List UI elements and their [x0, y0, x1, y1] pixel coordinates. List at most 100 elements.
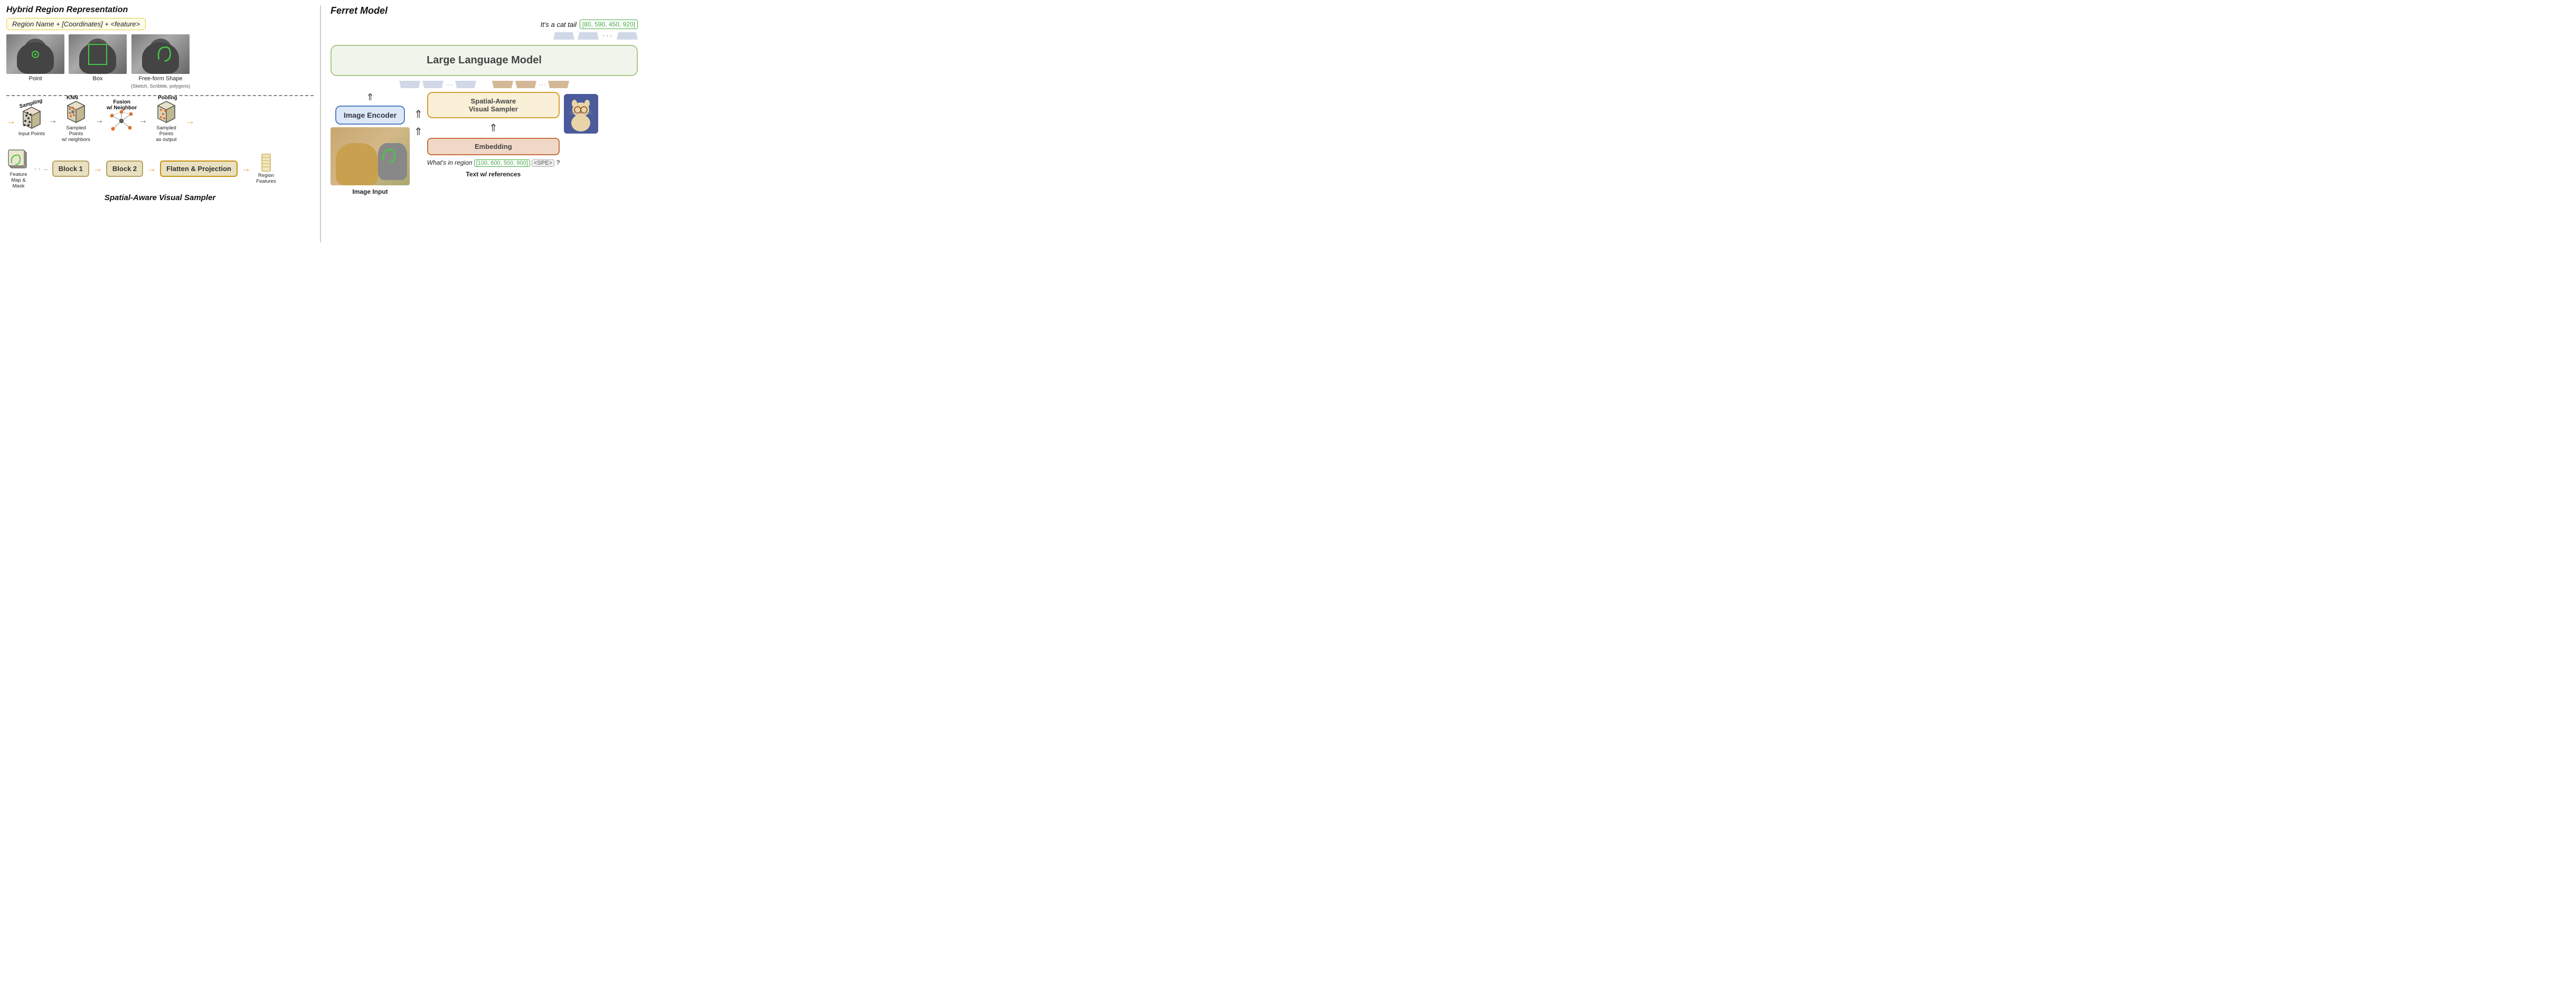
- sampler-title: Spatial-Aware Visual Sampler: [6, 193, 314, 202]
- feature-map-label: Feature Map & Mask: [6, 172, 31, 189]
- region-freeform: Free-form Shape (Sketch, Scribble, polyg…: [131, 34, 190, 89]
- knn-label: KNN: [67, 95, 78, 101]
- right-content-row: ⇑ Image Encoder Image Input ⇑ ⇑: [331, 92, 638, 242]
- region-features-label: Region Features: [254, 173, 278, 184]
- encoder-up-arrow: ⇑: [366, 92, 374, 103]
- ferret-image: [564, 94, 598, 134]
- token-tan-a: [492, 81, 513, 88]
- inter-block-arrow: →: [93, 163, 102, 174]
- region-features-container: Region Features: [254, 153, 278, 184]
- green-box-icon: [88, 44, 107, 65]
- arrow-2: →: [95, 116, 103, 126]
- input-arrow: →: [6, 116, 16, 127]
- arrows-col: ⇑ ⇑: [414, 108, 423, 138]
- pooling-label: Pooling: [158, 95, 177, 101]
- flatten-projection-box: Flatten & Projection: [160, 161, 238, 177]
- text-query: What's in region: [427, 159, 473, 166]
- output-text: It's a cat tail: [541, 21, 577, 29]
- text-input-area: What's in region [100, 600, 500, 900] <S…: [427, 158, 560, 167]
- output-cube: [153, 99, 180, 125]
- token-tan-b: [515, 81, 536, 88]
- up-arrow-3: ⇑: [427, 121, 560, 135]
- green-curve-icon: [155, 43, 175, 65]
- input-points-label: Input Points: [18, 131, 45, 137]
- sampled-points-item: KNN: [60, 99, 92, 143]
- block-to-flatten-arrow: →: [147, 163, 156, 174]
- input-arrow-icon: →: [6, 116, 16, 127]
- region-box: Box: [69, 34, 127, 82]
- arrow-1: →: [49, 116, 57, 126]
- up-arrow-1: ⇑: [414, 108, 423, 121]
- token-blue-b: [422, 81, 444, 88]
- ferret-svg: [564, 94, 598, 134]
- bottom-row: Feature Map & Mask - - → Block 1 → Block…: [6, 148, 314, 189]
- right-title: Ferret Model: [331, 5, 638, 16]
- token-rows-below: ··· ···: [331, 80, 638, 89]
- freeform-label: Free-form Shape: [138, 76, 182, 82]
- dashed-arrow-1: - - →: [34, 165, 49, 172]
- region-point: Point: [6, 34, 64, 82]
- encoder-section: ⇑ Image Encoder Image Input: [331, 92, 410, 195]
- pooling-item: Pooling Sampled Po: [150, 99, 182, 143]
- freeform-image: [131, 34, 190, 74]
- fusion-label: Fusionw/ Neighbor: [107, 99, 137, 111]
- text-ref-label: Text w/ references: [427, 171, 560, 178]
- spatial-sampler-box: Spatial-AwareVisual Sampler: [427, 92, 560, 118]
- spe-tag: <SPE>: [532, 159, 554, 167]
- region-images: Point Box: [6, 34, 314, 89]
- question-mark: ?: [556, 159, 560, 166]
- sampled-output-label: Sampled Pointsas output: [150, 125, 182, 143]
- token-blue-1: [553, 32, 574, 40]
- token-tan-c: [548, 81, 569, 88]
- box-label: Box: [93, 76, 103, 82]
- token-blue-c: [455, 81, 476, 88]
- feature-map-icon: [7, 148, 30, 170]
- tan-token-group: ···: [492, 80, 569, 89]
- green-swirl-icon: [380, 146, 399, 167]
- sampled-points-label: Sampled Pointsw/ neighbors: [60, 125, 92, 143]
- right-side-col: Spatial-AwareVisual Sampler ⇑ Embedding …: [427, 92, 560, 178]
- freeform-sublabel: (Sketch, Scribble, polygons): [131, 83, 190, 89]
- box-image: [69, 34, 127, 74]
- left-panel: Hybrid Region Representation Region Name…: [6, 5, 321, 242]
- llm-box: Large Language Model: [331, 45, 638, 76]
- token-blue-2: [578, 32, 599, 40]
- embedding-box: Embedding: [427, 138, 560, 155]
- right-panel: Ferret Model It's a cat tail [80, 590, 4…: [326, 5, 638, 242]
- point-label: Point: [29, 76, 42, 82]
- blue-token-group: ···: [399, 80, 476, 89]
- sampled-cube: [62, 99, 90, 125]
- sampler-diagram: → Sampling: [6, 99, 314, 143]
- token-dots-2: ···: [446, 80, 453, 89]
- flatten-label: Flatten & Projection: [166, 165, 231, 173]
- token-dots-1: ···: [602, 31, 614, 41]
- input-points-item: Sampling: [18, 105, 45, 137]
- top-token-row: ···: [331, 31, 638, 41]
- token-blue-a: [399, 81, 420, 88]
- output-arrow-icon: →: [185, 116, 195, 127]
- block-2-box: Block 2: [106, 161, 143, 177]
- text-coord-tag: [100, 600, 500, 900]: [474, 159, 530, 167]
- spatial-sampler-label: Spatial-AwareVisual Sampler: [469, 97, 518, 113]
- token-blue-3: [617, 32, 638, 40]
- up-arrow-2: ⇑: [414, 125, 423, 138]
- token-dots-3: ···: [539, 80, 546, 89]
- sampler-section: → Sampling: [6, 99, 314, 242]
- image-encoder-box: Image Encoder: [335, 106, 405, 125]
- input-image: [331, 127, 410, 185]
- image-input-label: Image Input: [352, 188, 388, 195]
- output-coord-tag: [80, 590, 450, 920]: [580, 20, 638, 29]
- green-circle-icon: [32, 51, 39, 58]
- output-text-row: It's a cat tail [80, 590, 450, 920]: [331, 20, 638, 29]
- left-title: Hybrid Region Representation: [6, 5, 314, 15]
- ferret-mascot-col: [564, 94, 598, 134]
- fusion-item: Fusionw/ Neighbor: [107, 108, 136, 134]
- region-features-icon: [261, 153, 271, 172]
- flatten-output-arrow: →: [241, 163, 251, 174]
- dog-shape: [336, 143, 378, 185]
- feature-map-box: Feature Map & Mask: [6, 148, 31, 189]
- arrow-3: →: [139, 116, 147, 126]
- point-image: [6, 34, 64, 74]
- region-formula: Region Name + [Coordinates] + <feature>: [6, 18, 146, 30]
- fusion-diagram: [107, 108, 136, 134]
